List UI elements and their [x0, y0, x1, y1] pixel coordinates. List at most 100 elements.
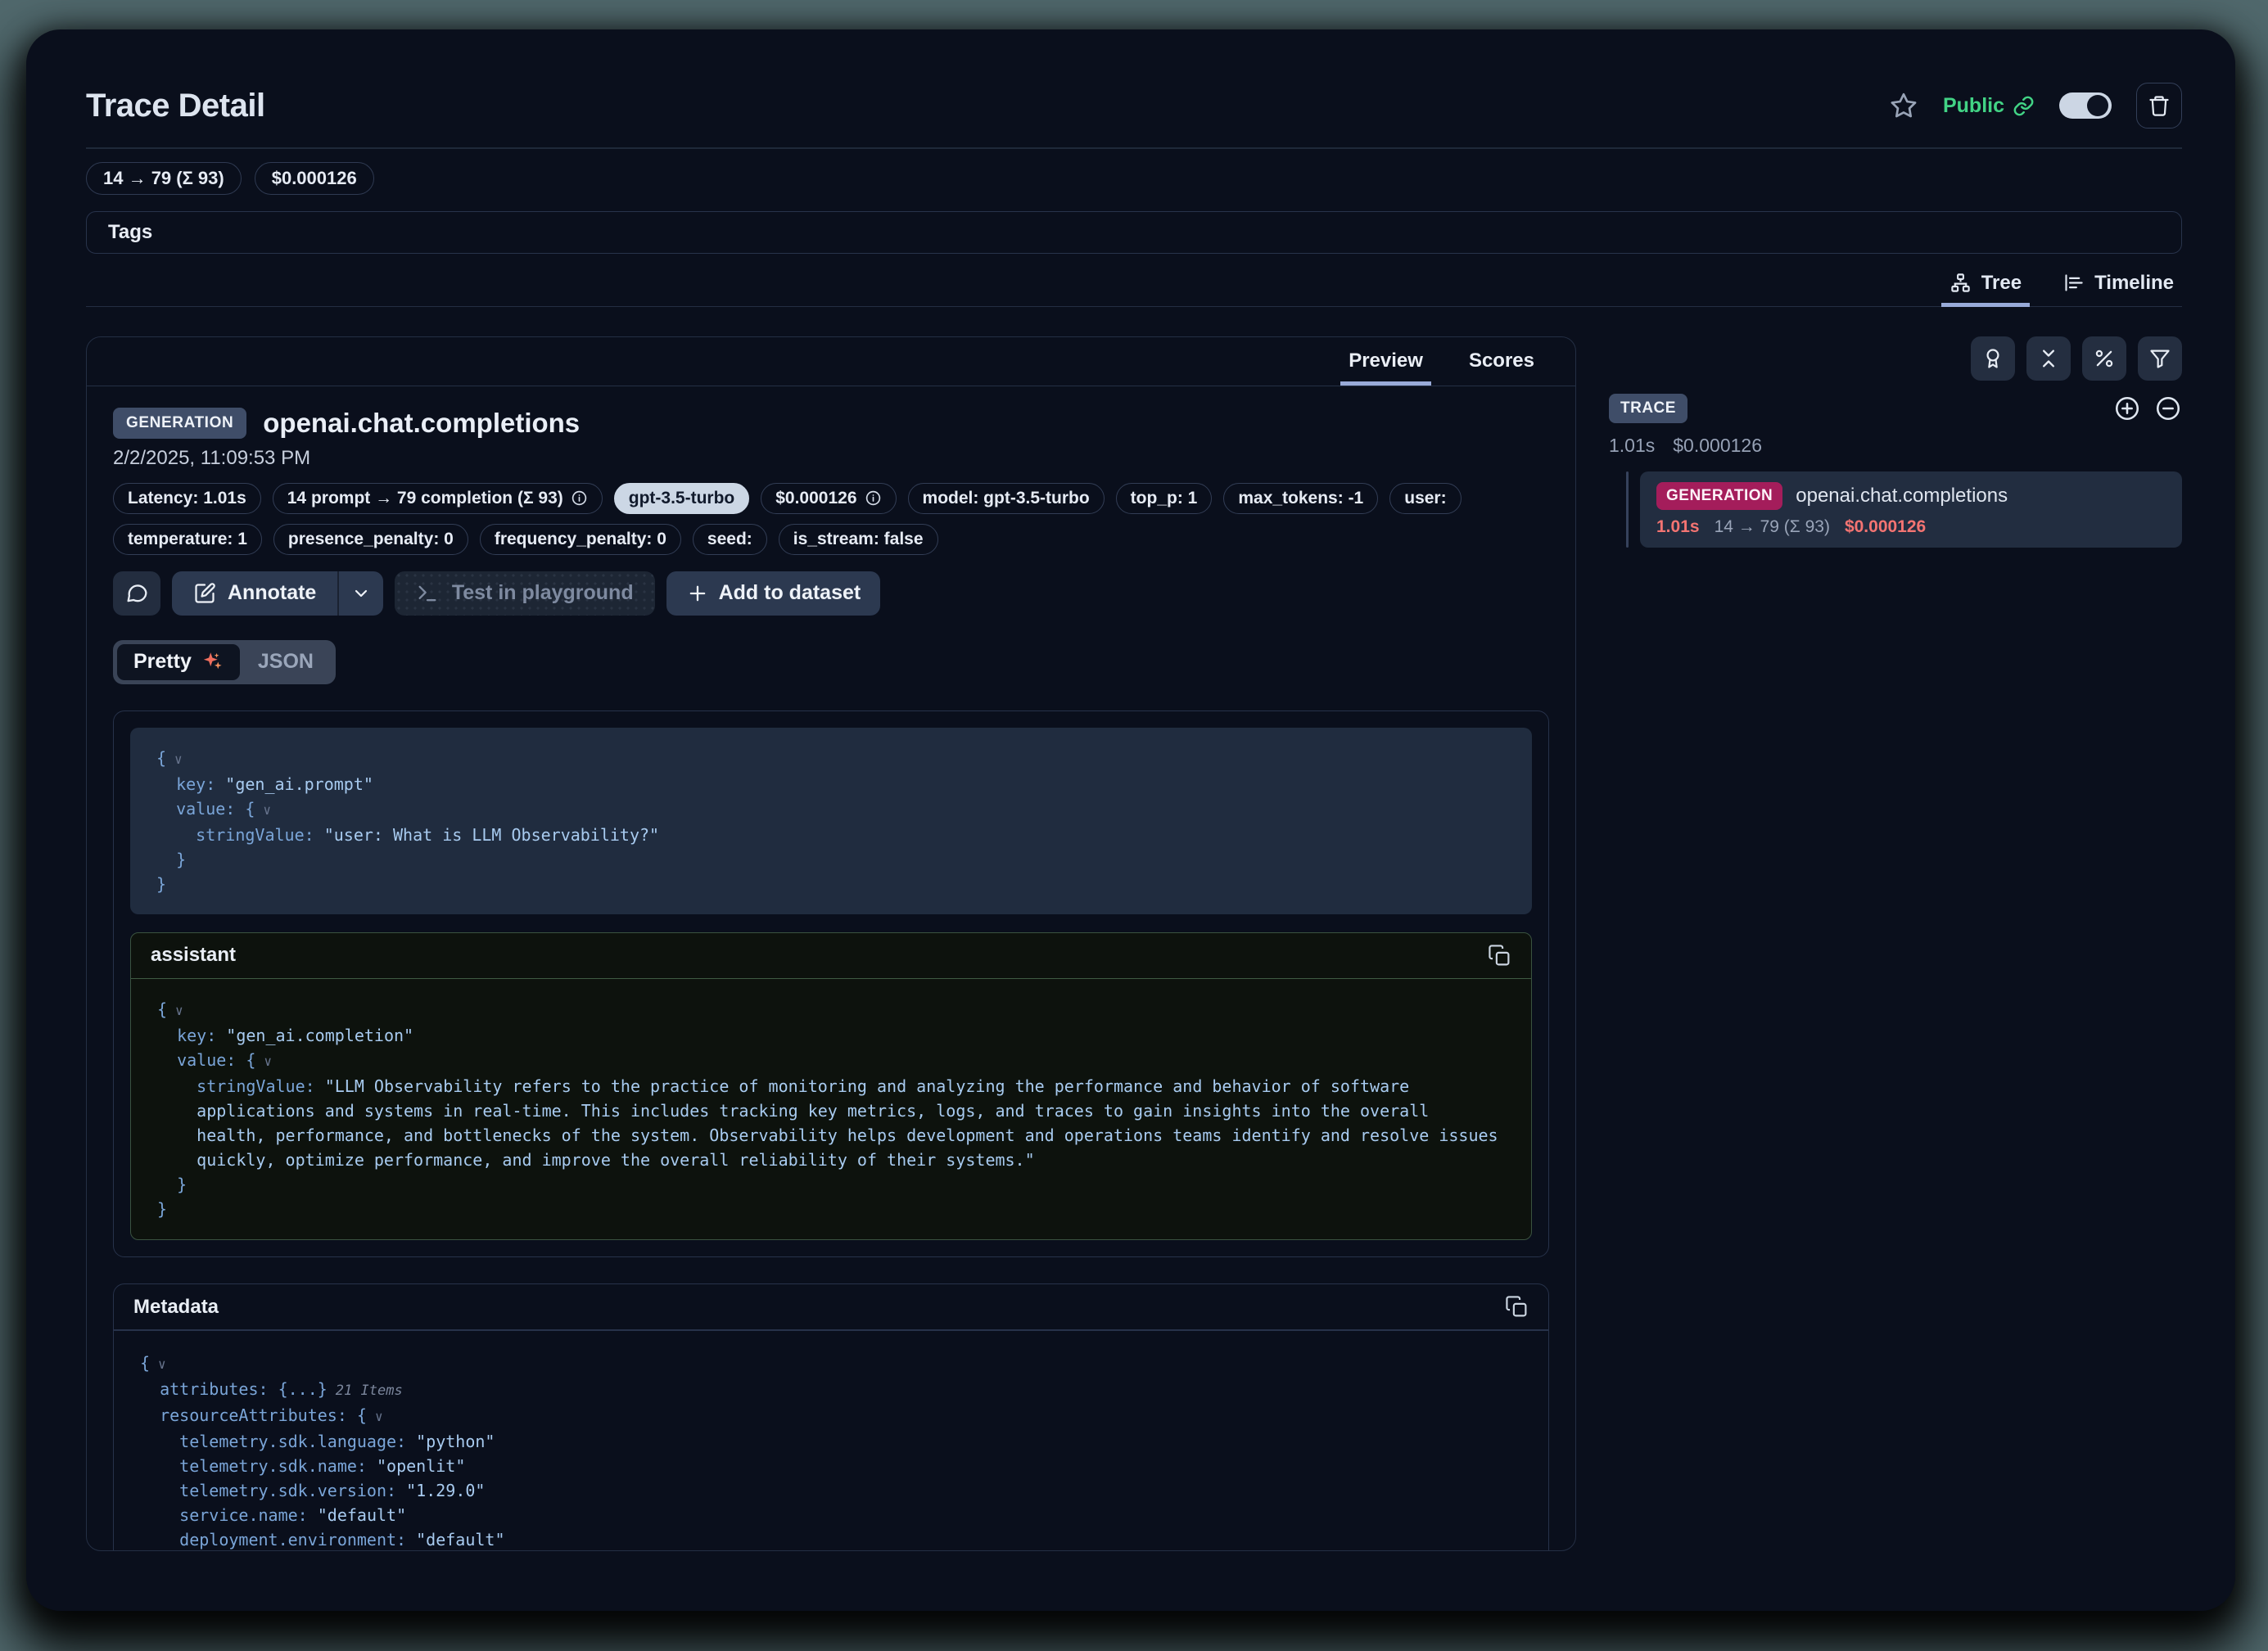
code-token: telemetry.sdk.version:: [179, 1481, 406, 1500]
chip-label: temperature: 1: [128, 530, 247, 549]
code-line: telemetry.sdk.name: "openlit": [140, 1454, 1522, 1478]
code-line: key: "gen_ai.prompt": [156, 772, 1506, 796]
collapse-chevron-icon[interactable]: ∨: [375, 1409, 383, 1424]
code-token: "gen_ai.completion": [226, 1026, 413, 1045]
code-line: resourceAttributes: {∨: [140, 1403, 1522, 1429]
param-chip: 14 prompt → 79 completion (Σ 93): [273, 483, 603, 514]
chip-label: $0.000126: [775, 489, 856, 508]
trace-node-badge[interactable]: TRACE: [1609, 394, 1687, 423]
observation-detail-card: Preview Scores GENERATION openai.chat.co…: [86, 336, 1576, 1551]
tree-zoom-controls: [2113, 395, 2182, 422]
trace-cost-badge: $0.000126: [255, 162, 374, 195]
format-json-option[interactable]: JSON: [240, 650, 332, 674]
generation-node-name: openai.chat.completions: [1796, 485, 2008, 507]
format-pretty-option[interactable]: Pretty: [117, 644, 240, 680]
collapse-chevron-icon[interactable]: ∨: [158, 1356, 166, 1372]
assistant-header: assistant: [131, 933, 1531, 978]
collapse-chevron-icon[interactable]: ∨: [263, 802, 271, 818]
metadata-header: Metadata: [114, 1284, 1548, 1329]
code-line: }: [156, 872, 1506, 896]
code-token: "user: What is LLM Observability?": [324, 825, 659, 845]
bookmark-star-button[interactable]: [1889, 91, 1918, 120]
content-area: Preview Scores GENERATION openai.chat.co…: [86, 336, 2182, 1551]
page-header: Trace Detail Public: [86, 82, 2182, 129]
io-preview-container: {∨key: "gen_ai.prompt"value: {∨stringVal…: [113, 710, 1549, 1258]
collapse-node-button[interactable]: [2154, 395, 2182, 422]
code-token: service.name:: [179, 1505, 318, 1525]
param-chip: temperature: 1: [113, 524, 262, 555]
collapse-chevron-icon[interactable]: ∨: [175, 1003, 183, 1018]
comment-button[interactable]: [113, 571, 160, 616]
annotate-dropdown-button[interactable]: [339, 571, 383, 616]
metadata-json-block: {∨attributes: {...}21 ItemsresourceAttri…: [114, 1331, 1548, 1550]
tab-timeline[interactable]: Timeline: [2054, 265, 2182, 306]
plus-icon: [686, 582, 709, 605]
collapse-chevron-icon[interactable]: ∨: [174, 751, 183, 767]
code-token: telemetry.sdk.name:: [179, 1456, 377, 1476]
chip-label: Latency: 1.01s: [128, 489, 246, 508]
observation-type-badge: GENERATION: [113, 408, 246, 439]
observation-header: GENERATION openai.chat.completions: [113, 408, 1549, 439]
code-token: value: {: [176, 799, 255, 819]
chip-label: frequency_penalty: 0: [495, 530, 666, 549]
tab-tree-label: Tree: [1981, 272, 2022, 295]
param-chip: model: gpt-3.5-turbo: [908, 483, 1105, 514]
code-token: "1.29.0": [406, 1481, 485, 1500]
code-token: "default": [318, 1505, 406, 1525]
code-line: telemetry.sdk.language: "python": [140, 1429, 1522, 1454]
generation-node-card[interactable]: GENERATION openai.chat.completions 1.01s…: [1640, 471, 2182, 548]
expand-all-button[interactable]: [2113, 395, 2141, 422]
award-icon: [1981, 347, 2004, 370]
code-token: key:: [176, 774, 225, 794]
copy-metadata-button[interactable]: [1505, 1295, 1529, 1319]
code-token: "python": [416, 1432, 495, 1451]
tab-tree[interactable]: Tree: [1941, 265, 2030, 306]
scores-annotation-button[interactable]: [1971, 336, 2015, 381]
code-token: stringValue:: [196, 825, 324, 845]
filter-funnel-icon: [2148, 347, 2171, 370]
annotate-split-button: Annotate: [172, 571, 383, 616]
code-token: attributes:: [160, 1379, 278, 1399]
annotate-button[interactable]: Annotate: [172, 571, 337, 616]
prompt-json-block: {∨key: "gen_ai.prompt"value: {∨stringVal…: [130, 728, 1532, 914]
copy-icon: [1488, 944, 1511, 968]
tab-scores[interactable]: Scores: [1461, 337, 1543, 386]
param-chip: is_stream: false: [779, 524, 938, 555]
trace-tree-panel: TRACE: [1609, 336, 2182, 548]
collapse-chevron-icon[interactable]: ∨: [264, 1053, 272, 1069]
public-link-label: Public: [1943, 94, 2004, 118]
trace-token-usage-badge: 14 → 79 (Σ 93): [86, 162, 242, 195]
code-line: key: "gen_ai.completion": [157, 1023, 1505, 1048]
param-chip: Latency: 1.01s: [113, 483, 261, 514]
public-share-link[interactable]: Public: [1943, 94, 2035, 118]
test-in-playground-button[interactable]: Test in playground: [395, 571, 655, 616]
filter-button[interactable]: [2138, 336, 2182, 381]
model-chip[interactable]: gpt-3.5-turbo: [614, 483, 749, 514]
param-chip: seed:: [693, 524, 767, 555]
collapse-all-button[interactable]: [2026, 336, 2071, 381]
edit-pen-icon: [193, 582, 216, 605]
app-window: Trace Detail Public: [26, 29, 2235, 1611]
tags-editor[interactable]: Tags: [86, 211, 2182, 254]
code-line: value: { ∨: [156, 796, 1506, 823]
public-toggle[interactable]: [2059, 92, 2112, 119]
link-icon: [2013, 95, 2035, 117]
code-token: 21 Items: [336, 1383, 403, 1399]
info-icon: [571, 489, 588, 507]
code-token: }: [157, 1199, 167, 1219]
chip-label: seed:: [707, 530, 752, 549]
metadata-card: Metadata {∨attributes: {...}21 Itemsreso…: [113, 1283, 1549, 1550]
add-to-dataset-button[interactable]: Add to dataset: [666, 571, 881, 616]
chip-label: max_tokens: -1: [1238, 489, 1363, 508]
code-token: "LLM Observability refers to the practic…: [197, 1076, 1507, 1170]
view-mode-tabs: Tree Timeline: [86, 265, 2182, 307]
chip-label: top_p: 1: [1131, 489, 1198, 508]
tab-preview[interactable]: Preview: [1340, 337, 1431, 386]
tree-icon: [1949, 272, 1972, 294]
timeline-icon: [2062, 272, 2085, 294]
delete-trace-button[interactable]: [2136, 83, 2182, 129]
expand-object-token[interactable]: {...}: [278, 1379, 328, 1399]
show-percentages-button[interactable]: [2082, 336, 2126, 381]
observation-chips-row1: Latency: 1.01s 14 prompt → 79 completion …: [113, 483, 1549, 514]
copy-assistant-button[interactable]: [1488, 944, 1511, 968]
